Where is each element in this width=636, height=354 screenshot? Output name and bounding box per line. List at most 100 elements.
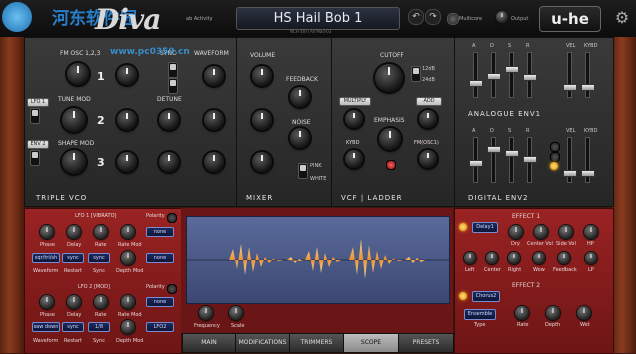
effect2-depth-knob[interactable] [546, 306, 560, 320]
effect1-enable-led[interactable] [459, 223, 467, 231]
emphasis-knob[interactable] [379, 128, 401, 150]
osc1-waveform-knob[interactable] [204, 66, 224, 86]
env1-attack-fader[interactable] [473, 52, 478, 98]
lfo1-depthmod-knob[interactable] [121, 251, 135, 265]
effect2-enable-led[interactable] [459, 292, 467, 300]
multiply-button[interactable]: MULTIPLY [339, 97, 371, 106]
lfo1-sync-select[interactable]: sync [88, 253, 110, 263]
fm-osc1-knob[interactable] [419, 150, 437, 168]
effect2-mode-select[interactable]: Ensemble [464, 309, 496, 320]
env2-sustain-fader[interactable] [509, 137, 514, 183]
osc2-waveform-knob[interactable] [204, 110, 224, 130]
env2-mode-led-active[interactable] [550, 162, 558, 170]
lfo2-phase-knob[interactable] [40, 295, 54, 309]
lfo1-waveform-select[interactable]: sqr/tri/sh [32, 253, 60, 263]
effect1-type-select[interactable]: Delay1 [472, 222, 498, 233]
effect1-hp-knob[interactable] [584, 225, 598, 239]
env1-decay-cap[interactable] [487, 73, 501, 80]
lfo1-source-button[interactable]: LFO 1 [27, 98, 49, 107]
lfo1-polarity-toggle[interactable] [167, 213, 177, 223]
effect1-lp-knob[interactable] [585, 252, 597, 264]
osc3-waveform-knob[interactable] [204, 152, 224, 172]
env2-vel-cap[interactable] [563, 170, 577, 177]
kybd-knob[interactable] [345, 150, 363, 168]
noise-color-switch[interactable] [298, 163, 308, 179]
sync-switch-1[interactable] [168, 62, 178, 78]
lfo1-switch[interactable] [30, 108, 40, 124]
env1-kybd-fader[interactable] [585, 52, 590, 98]
effect1-right-knob[interactable] [508, 252, 520, 264]
tab-trimmers[interactable]: TRIMMERS [289, 333, 344, 353]
scope-frequency-knob[interactable] [199, 306, 213, 320]
tab-presets[interactable]: PRESETS [398, 333, 454, 353]
env2-source-button[interactable]: ENV 2 [27, 140, 49, 149]
sync-switch-2[interactable] [168, 78, 178, 94]
lfo2-ratemod-knob[interactable] [121, 295, 135, 309]
env1-sustain-cap[interactable] [505, 66, 519, 73]
effect1-center-knob[interactable] [486, 252, 498, 264]
tune-mod-knob[interactable] [62, 108, 86, 132]
osc2-tune-knob[interactable] [117, 110, 137, 130]
osc1-tune-knob[interactable] [117, 65, 137, 85]
env2-mode-led-2[interactable] [550, 152, 560, 162]
env1-release-cap[interactable] [523, 74, 537, 81]
effect1-left-knob[interactable] [464, 252, 476, 264]
volume-knob-2[interactable] [252, 110, 272, 130]
filter-mod-knob-right[interactable] [419, 110, 437, 128]
tab-modifications[interactable]: MODIFICATIONS [235, 333, 290, 353]
add-button[interactable]: ADD [416, 97, 442, 106]
tab-main[interactable]: MAIN [182, 333, 236, 353]
scope-scale-knob[interactable] [229, 306, 243, 320]
env2-mode-led-1[interactable] [550, 142, 560, 152]
lfo2-delay-knob[interactable] [67, 295, 81, 309]
fm-knob[interactable] [67, 63, 89, 85]
feedback-knob[interactable] [290, 87, 310, 107]
effect1-dry-knob[interactable] [509, 225, 523, 239]
env2-switch[interactable] [30, 150, 40, 166]
lfo2-restart-select[interactable]: sync [62, 322, 84, 332]
volume-knob-3[interactable] [252, 152, 272, 172]
output-knob[interactable] [496, 11, 508, 23]
lfo1-ratemod-knob[interactable] [121, 225, 135, 239]
env2-release-cap[interactable] [523, 156, 537, 163]
lfo2-rate-knob[interactable] [94, 295, 108, 309]
osc3-detune-knob[interactable] [159, 152, 179, 172]
effect1-feedback-knob[interactable] [558, 252, 570, 264]
env1-vel-fader[interactable] [567, 52, 572, 98]
filter-mod-knob-left[interactable] [345, 110, 363, 128]
effect1-wow-knob[interactable] [533, 252, 545, 264]
lfo1-none-top[interactable]: none [146, 227, 174, 237]
env1-vel-cap[interactable] [563, 84, 577, 91]
undo-icon[interactable]: ↶ [408, 9, 424, 25]
lfo2-dest-button[interactable]: LFO2 [146, 322, 174, 332]
lfo1-delay-knob[interactable] [67, 225, 81, 239]
multicore-toggle[interactable] [447, 13, 459, 25]
lfo2-sync-select[interactable]: 1/8 [88, 322, 110, 332]
lfo2-waveform-select[interactable]: saw down [32, 322, 60, 332]
env2-sustain-cap[interactable] [505, 150, 519, 157]
effect2-type-select[interactable]: Chorus2 [472, 291, 500, 302]
detune-knob[interactable] [159, 110, 179, 130]
volume-knob-1[interactable] [252, 66, 272, 86]
lfo1-none-bottom[interactable]: none [146, 253, 174, 263]
lfo1-phase-knob[interactable] [40, 225, 54, 239]
db-slope-switch[interactable] [411, 66, 421, 82]
shape-mod-knob[interactable] [62, 150, 86, 174]
cutoff-knob[interactable] [375, 64, 403, 92]
tab-scope[interactable]: SCOPE [343, 333, 399, 353]
redo-icon[interactable]: ↷ [425, 9, 441, 25]
env2-decay-cap[interactable] [487, 146, 501, 153]
lfo1-restart-select[interactable]: sync [62, 253, 84, 263]
lfo2-depthmod-knob[interactable] [121, 320, 135, 334]
effect2-rate-knob[interactable] [515, 306, 529, 320]
osc3-tune-knob[interactable] [117, 152, 137, 172]
preset-name-display[interactable]: HS Hail Bob 1 [236, 7, 400, 30]
effect1-sidevol-knob[interactable] [559, 225, 573, 239]
lfo1-rate-knob[interactable] [94, 225, 108, 239]
env1-sustain-fader[interactable] [509, 52, 514, 98]
effect2-wet-knob[interactable] [577, 306, 591, 320]
lfo2-none-top[interactable]: none [146, 297, 174, 307]
effect1-centervol-knob[interactable] [534, 225, 548, 239]
env1-kybd-cap[interactable] [581, 84, 595, 91]
env2-kybd-cap[interactable] [581, 170, 595, 177]
